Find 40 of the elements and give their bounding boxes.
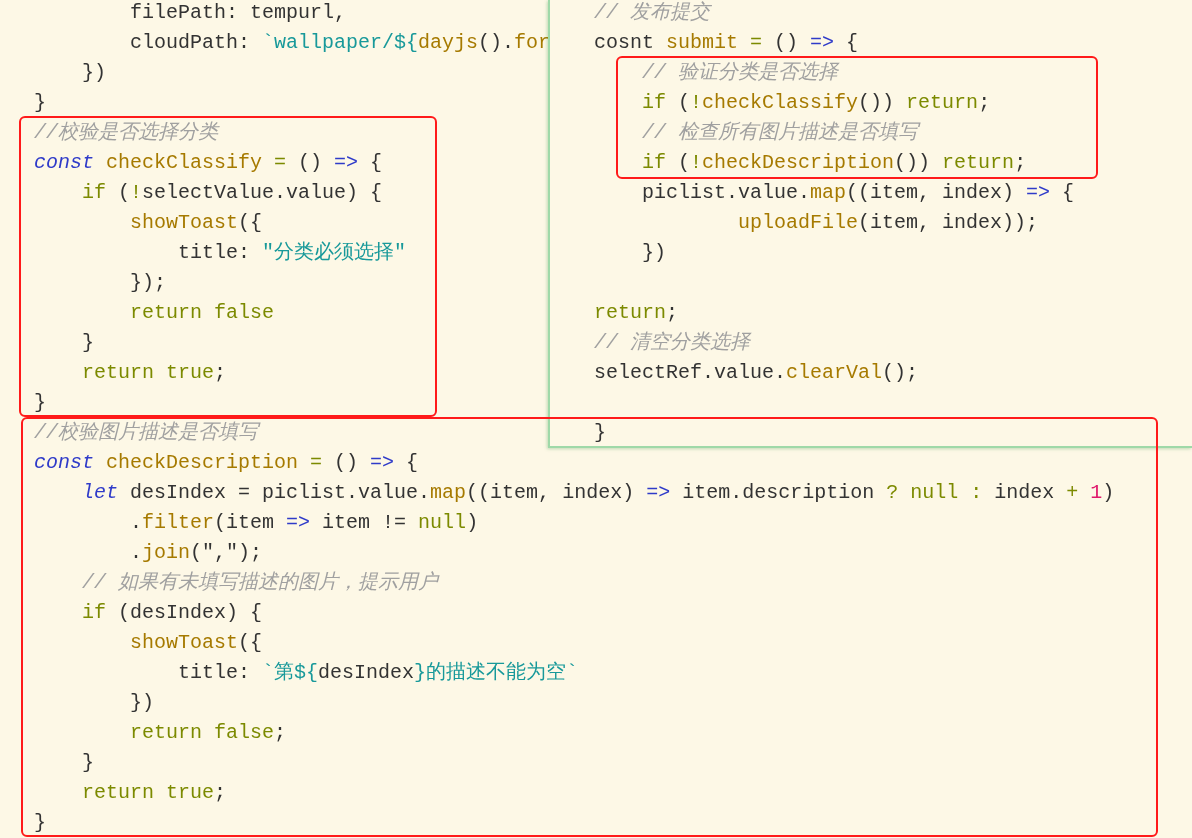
code-line: selectRef.value.clearVal();	[594, 360, 919, 386]
code-line: uploadFile(item, index));	[738, 210, 1039, 236]
code-line: showToast({	[130, 630, 263, 656]
code-line: let desIndex = piclist.value.map((item, index) => item.description ? null : index + 1)	[82, 480, 1115, 506]
code-line: if (!checkDescription()) return;	[642, 150, 1027, 176]
code-line: })	[642, 240, 667, 266]
code-line: title: `第${desIndex}的描述不能为空`	[178, 660, 579, 686]
code-line: })	[130, 690, 155, 716]
code-line: }	[34, 390, 46, 416]
code-line: //校验是否选择分类	[34, 120, 218, 146]
code-line: title: "分类必须选择"	[178, 240, 407, 266]
code-line: });	[130, 270, 167, 296]
code-line: })	[82, 60, 107, 86]
code-line: return false	[130, 300, 275, 326]
code-line: }	[34, 90, 46, 116]
code-line: piclist.value.map((item, index) => {	[642, 180, 1075, 206]
code-line: .filter(item => item != null)	[130, 510, 479, 536]
code-line: }	[34, 810, 46, 836]
code-line: if (desIndex) {	[82, 600, 263, 626]
code-line: return true;	[82, 360, 227, 386]
code-line: cosnt submit = () => {	[594, 30, 859, 56]
code-line: }	[82, 750, 95, 776]
code-line: cloudPath: `wallpaper/${dayjs().for	[130, 30, 551, 56]
code-line: showToast({	[130, 210, 263, 236]
code-line: return false;	[130, 720, 287, 746]
code-line: if (!selectValue.value) {	[82, 180, 383, 206]
code-line: }	[594, 420, 606, 446]
code-line: // 检查所有图片描述是否填写	[642, 120, 919, 146]
code-line: // 验证分类是否选择	[642, 60, 839, 86]
code-line: filePath: tempurl,	[130, 0, 347, 26]
code-line: if (!checkClassify()) return;	[642, 90, 991, 116]
code-line: .join(",");	[130, 540, 263, 566]
code-line: // 清空分类选择	[594, 330, 750, 356]
code-line: return true;	[82, 780, 227, 806]
code-line: // 发布提交	[594, 0, 710, 26]
code-line: const checkClassify = () => {	[34, 150, 383, 176]
code-line: // 如果有未填写描述的图片，提示用户	[82, 570, 439, 596]
code-line: return;	[594, 300, 679, 326]
code-line: const checkDescription = () => {	[34, 450, 419, 476]
code-line: }	[82, 330, 95, 356]
